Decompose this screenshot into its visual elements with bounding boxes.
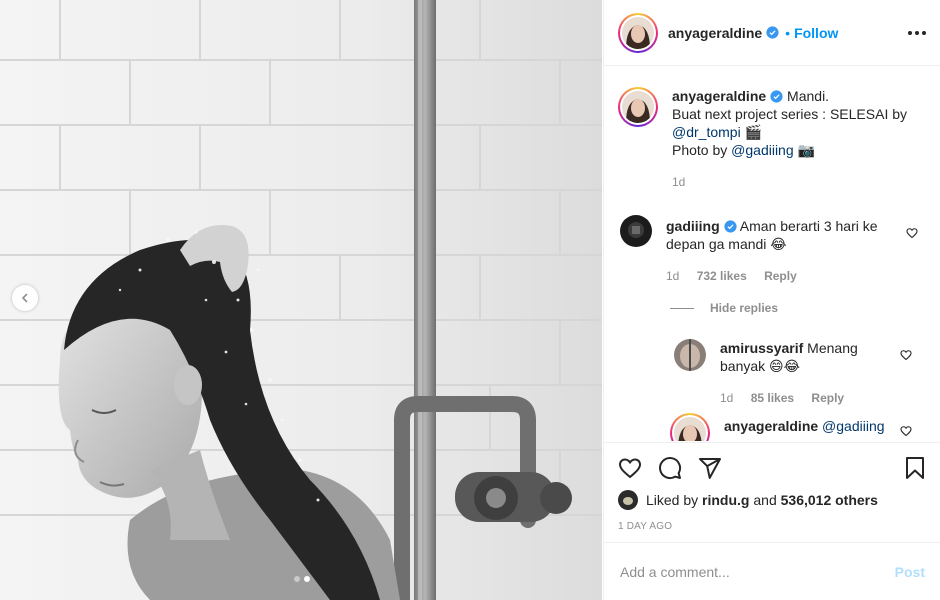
liked-by-prefix: Liked by bbox=[646, 492, 699, 508]
clapper-emoji: 🎬 bbox=[744, 124, 763, 140]
reply-button[interactable]: Reply bbox=[764, 269, 797, 283]
like-comment-heart-icon[interactable] bbox=[906, 227, 918, 239]
carousel-dot-active bbox=[304, 576, 310, 582]
avatar[interactable] bbox=[670, 413, 710, 441]
comment-composer: Post bbox=[604, 542, 940, 600]
follow-button[interactable]: Follow bbox=[794, 25, 838, 41]
post-time-ago[interactable]: 1 DAY AGO bbox=[618, 521, 927, 532]
heart-icon[interactable] bbox=[618, 456, 642, 480]
hide-replies-label: Hide replies bbox=[710, 301, 779, 315]
caption-line1: Mandi. bbox=[787, 88, 830, 104]
hide-replies-button[interactable]: Hide replies bbox=[670, 301, 778, 315]
post-photo[interactable] bbox=[0, 0, 602, 600]
share-icon[interactable] bbox=[698, 456, 722, 480]
post-comment-button[interactable]: Post bbox=[895, 564, 925, 580]
reply-username[interactable]: anyageraldine bbox=[724, 418, 818, 434]
author-username[interactable]: anyageraldine bbox=[668, 25, 762, 41]
mention-link[interactable]: @gadiiing bbox=[731, 142, 793, 158]
reply-time[interactable]: 1d bbox=[720, 391, 733, 405]
previous-slide-button[interactable] bbox=[12, 285, 38, 311]
chevron-left-icon bbox=[21, 293, 28, 303]
caption-username[interactable]: anyageraldine bbox=[672, 88, 766, 104]
reply-username[interactable]: amirussyarif bbox=[720, 340, 803, 356]
carousel-indicator bbox=[294, 576, 310, 582]
caption-photo-by: Photo by bbox=[672, 142, 728, 158]
photo-image bbox=[0, 0, 602, 600]
comment-likes[interactable]: 732 likes bbox=[697, 269, 747, 283]
post-header: anyageraldine • Follow bbox=[604, 0, 940, 66]
caption-line2: Buat next project series : SELESAI by bbox=[672, 106, 908, 122]
reply-button[interactable]: Reply bbox=[811, 391, 844, 405]
avatar[interactable] bbox=[620, 215, 652, 247]
header-separator: • bbox=[785, 24, 791, 41]
like-comment-heart-icon[interactable] bbox=[900, 425, 912, 437]
comments-list[interactable]: anyageraldine Mandi. Buat next project s… bbox=[604, 67, 940, 441]
more-options-button[interactable] bbox=[908, 30, 926, 35]
carousel-dot bbox=[294, 576, 300, 582]
reply-likes[interactable]: 85 likes bbox=[751, 391, 794, 405]
verified-badge-icon bbox=[766, 26, 779, 39]
comment-username[interactable]: gadiiing bbox=[666, 218, 720, 234]
avatar[interactable] bbox=[618, 87, 658, 127]
comment-input[interactable] bbox=[620, 563, 895, 580]
post-panel: anyageraldine • Follow anyageraldine Man… bbox=[603, 0, 940, 600]
comment-time[interactable]: 1d bbox=[666, 269, 679, 283]
like-comment-heart-icon[interactable] bbox=[900, 349, 912, 361]
avatar[interactable] bbox=[674, 339, 706, 371]
reply-item: amirussyarif Menang banyak 😄😂 1d 85 like… bbox=[674, 339, 934, 407]
avatar[interactable] bbox=[618, 12, 658, 53]
verified-badge-icon bbox=[724, 220, 737, 233]
reply-item: anyageraldine @gadiiing bbox=[670, 413, 934, 441]
comment-icon[interactable] bbox=[658, 456, 682, 480]
verified-badge-icon bbox=[770, 90, 783, 103]
likes-count[interactable]: 536,012 others bbox=[781, 492, 878, 508]
more-icon bbox=[908, 30, 912, 35]
post-caption: anyageraldine Mandi. Buat next project s… bbox=[618, 87, 928, 191]
mention-link[interactable]: @dr_tompi bbox=[672, 124, 741, 140]
mention-link[interactable]: @gadiiing bbox=[822, 418, 884, 434]
camera-emoji: 📷 bbox=[797, 142, 815, 158]
liker-avatar[interactable] bbox=[618, 490, 638, 510]
likes-summary: Liked by rindu.g and 536,012 others bbox=[618, 490, 927, 510]
comment-item: gadiiing Aman berarti 3 hari ke depan ga… bbox=[620, 215, 930, 285]
post-actions: Liked by rindu.g and 536,012 others 1 DA… bbox=[604, 442, 940, 532]
liked-by-and: and bbox=[753, 492, 777, 508]
bookmark-icon[interactable] bbox=[903, 456, 927, 480]
liker-username[interactable]: rindu.g bbox=[702, 492, 749, 508]
avatar-image bbox=[622, 16, 654, 49]
caption-time[interactable]: 1d bbox=[672, 175, 685, 189]
